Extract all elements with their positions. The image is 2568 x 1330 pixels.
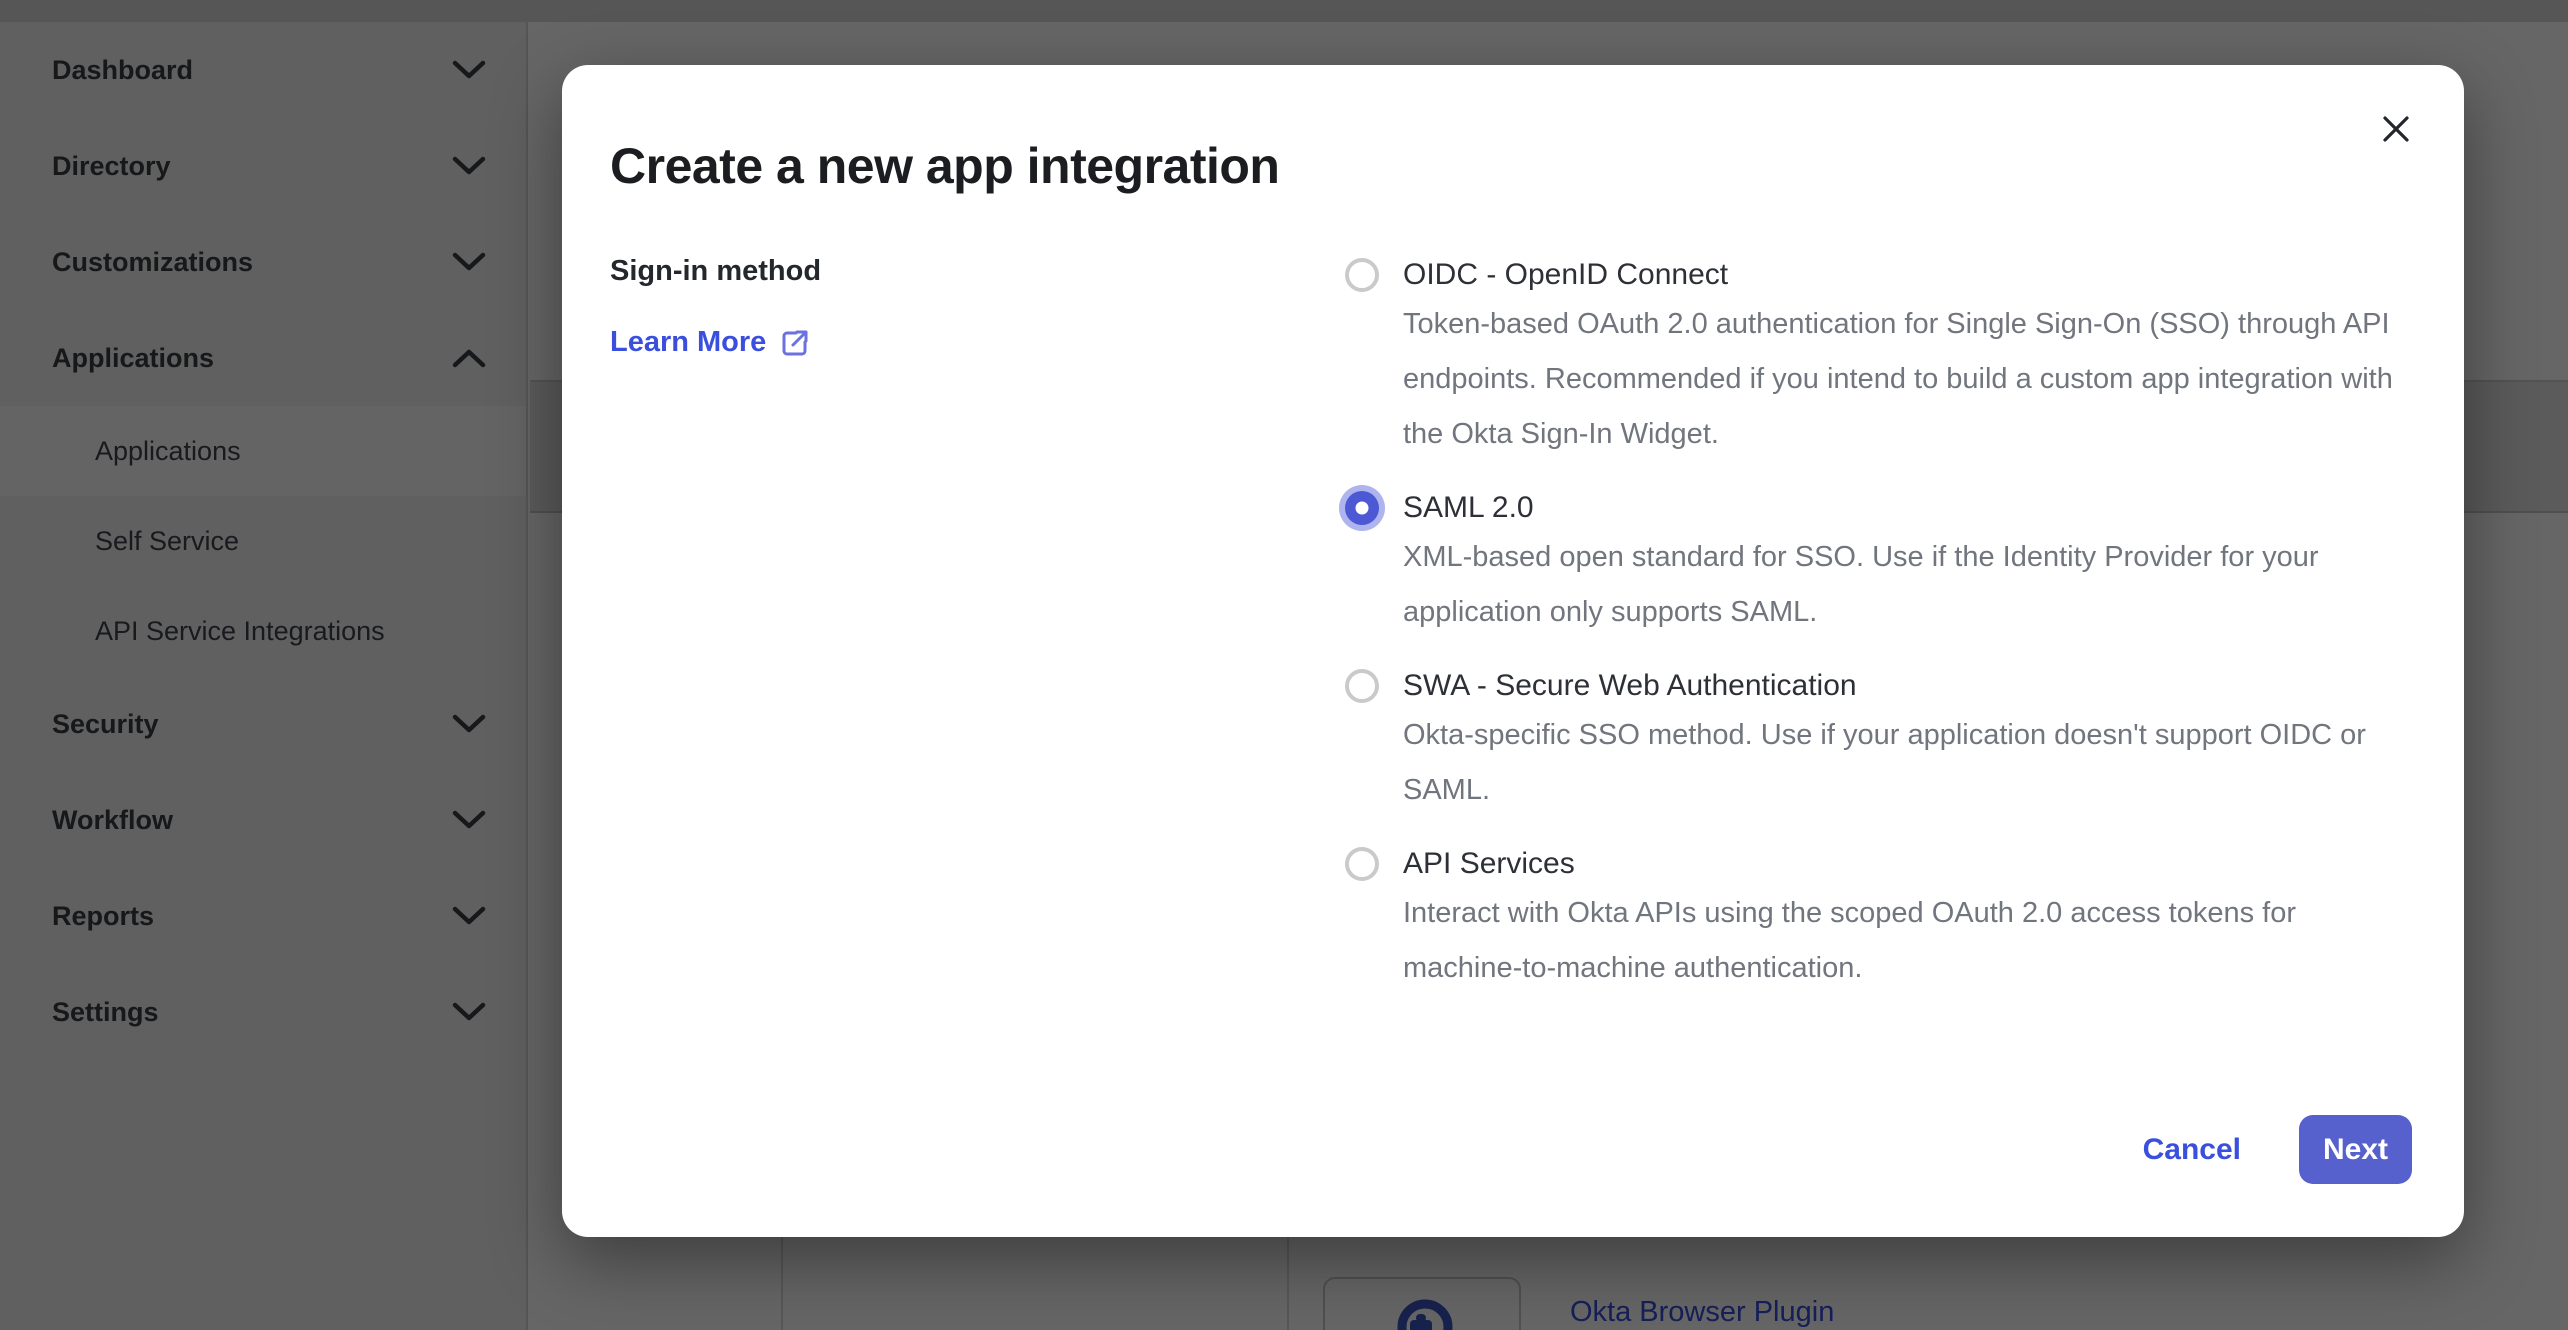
option-description: Okta-specific SSO method. Use if your ap… [1403,708,2423,818]
option-swa[interactable]: SWA - Secure Web Authentication Okta-spe… [1345,664,2435,818]
learn-more-label: Learn More [610,326,766,359]
okta-admin-screen: Dashboard Directory Customizations Appli… [0,0,2568,1330]
option-swa-head[interactable]: SWA - Secure Web Authentication [1345,664,2435,708]
option-label: SAML 2.0 [1403,491,1534,525]
radio-saml-selected[interactable] [1345,491,1379,525]
radio-oidc[interactable] [1345,258,1379,292]
modal-footer: Cancel Next [2143,1115,2412,1184]
radio-api-services[interactable] [1345,847,1379,881]
option-oidc-head[interactable]: OIDC - OpenID Connect [1345,253,2435,297]
external-link-icon [780,328,810,358]
modal-title: Create a new app integration [610,137,1279,195]
sign-in-method-label: Sign-in method [610,255,1310,288]
option-description: Interact with Okta APIs using the scoped… [1403,886,2423,996]
option-oidc[interactable]: OIDC - OpenID Connect Token-based OAuth … [1345,253,2435,462]
create-app-integration-modal: Create a new app integration Sign-in met… [562,65,2464,1237]
sign-in-method-options: OIDC - OpenID Connect Token-based OAuth … [1345,253,2435,1020]
option-saml[interactable]: SAML 2.0 XML-based open standard for SSO… [1345,486,2435,640]
next-button[interactable]: Next [2299,1115,2412,1184]
option-saml-head[interactable]: SAML 2.0 [1345,486,2435,530]
modal-left-column: Sign-in method Learn More [610,255,1310,359]
close-icon[interactable] [2376,109,2416,149]
option-label: SWA - Secure Web Authentication [1403,669,1857,703]
radio-swa[interactable] [1345,669,1379,703]
option-label: OIDC - OpenID Connect [1403,258,1728,292]
option-description: Token-based OAuth 2.0 authentication for… [1403,297,2423,462]
option-api-services-head[interactable]: API Services [1345,842,2435,886]
learn-more-link[interactable]: Learn More [610,326,810,359]
cancel-button[interactable]: Cancel [2143,1133,2241,1167]
option-label: API Services [1403,847,1575,881]
option-api-services[interactable]: API Services Interact with Okta APIs usi… [1345,842,2435,996]
option-description: XML-based open standard for SSO. Use if … [1403,530,2423,640]
